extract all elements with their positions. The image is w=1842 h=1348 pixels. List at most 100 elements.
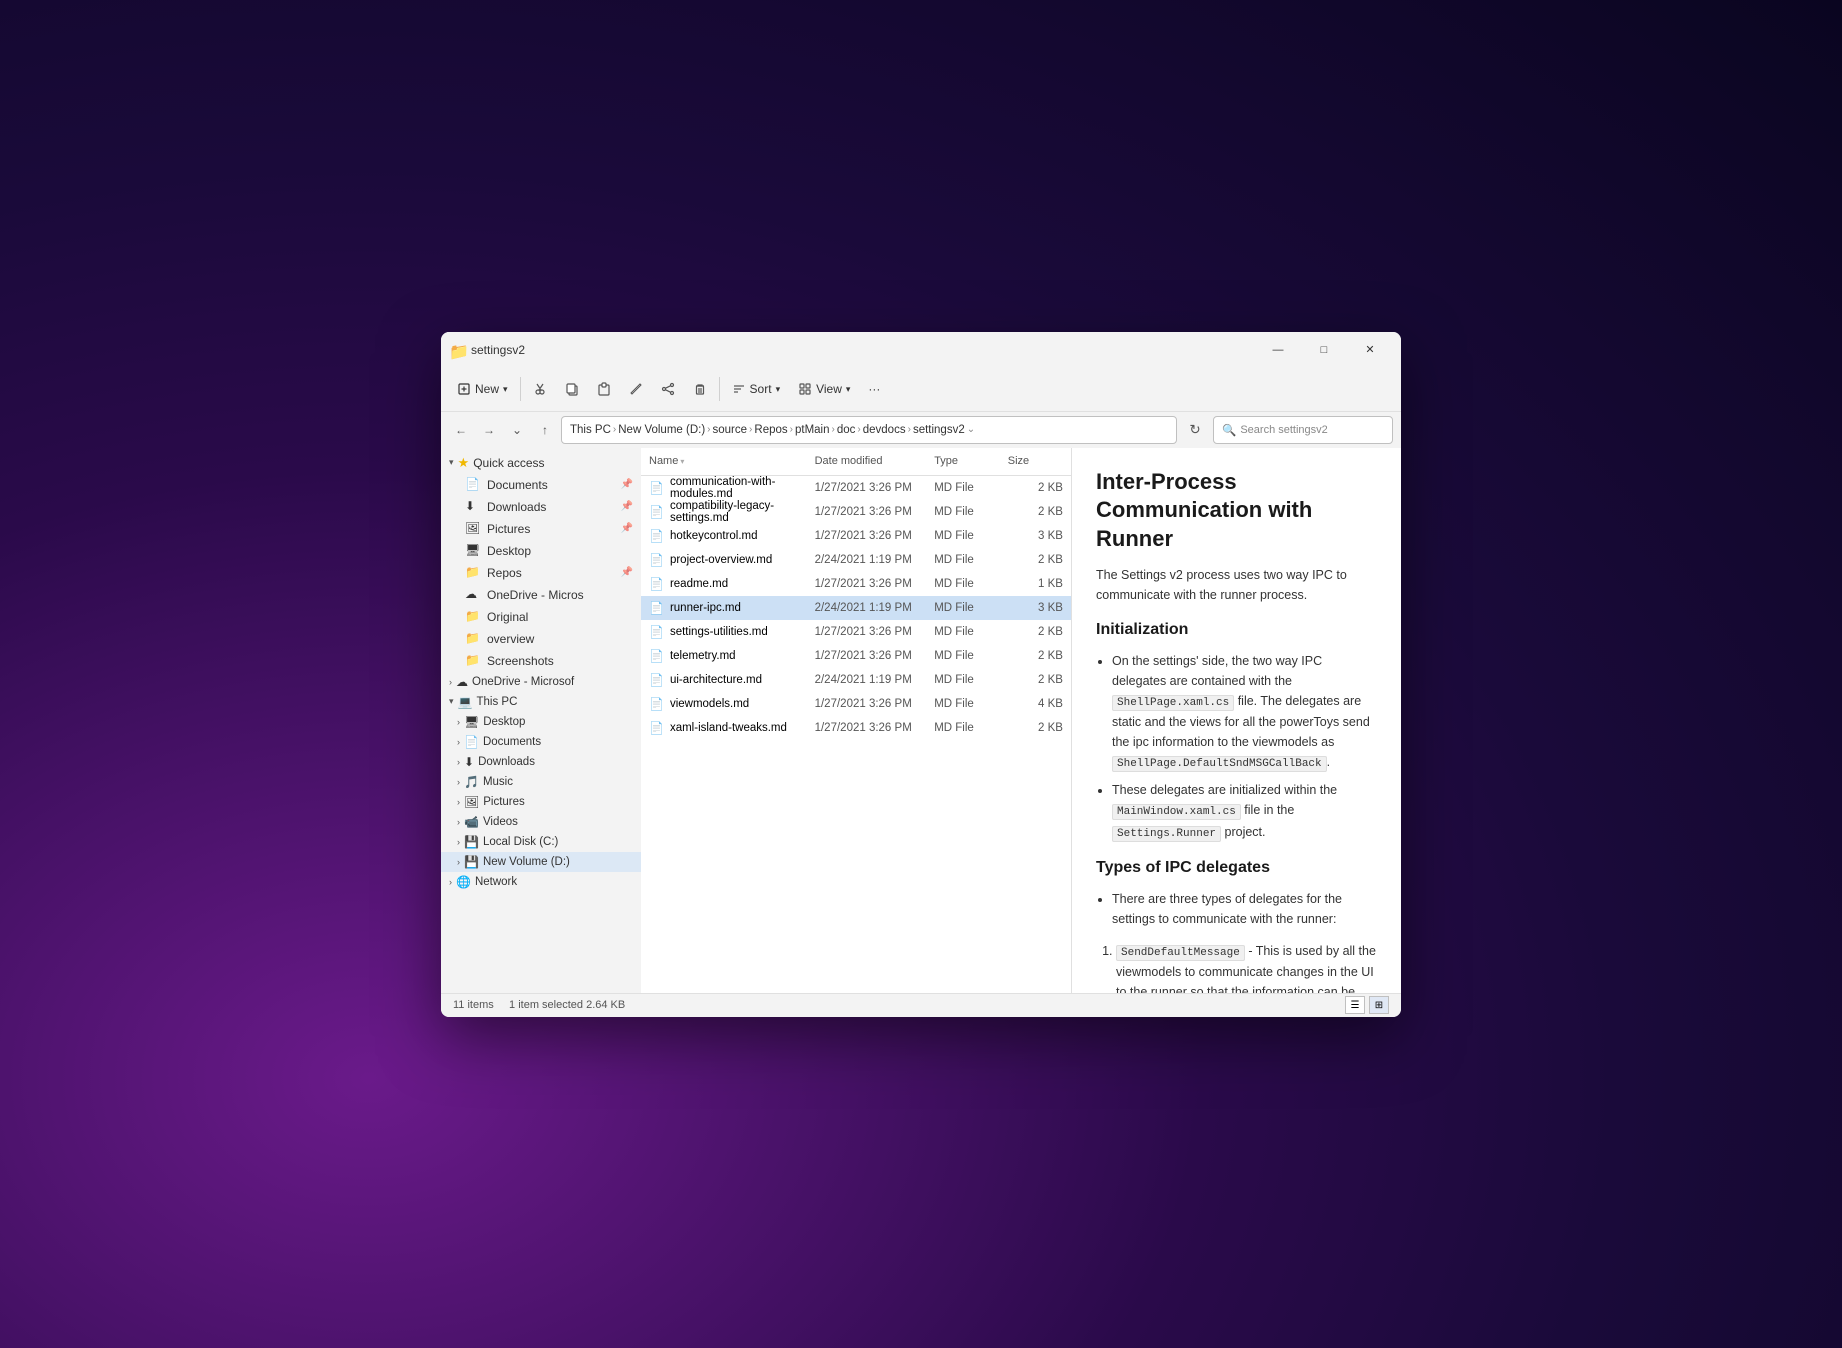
view-button[interactable]: View ▾ bbox=[790, 373, 858, 405]
list-view-button[interactable]: ☰ bbox=[1345, 996, 1365, 1014]
sidebar-item-overview[interactable]: 📁 overview bbox=[441, 628, 641, 650]
col-header-type[interactable]: Type bbox=[934, 455, 1008, 467]
table-row[interactable]: 📄 compatibility-legacy-settings.md 1/27/… bbox=[641, 500, 1071, 524]
file-icon: 📄 bbox=[649, 673, 664, 687]
new-button[interactable]: New ▾ bbox=[449, 373, 516, 405]
delete-button[interactable] bbox=[685, 373, 715, 405]
sidebar-item-desktop[interactable]: 🖥 Desktop bbox=[441, 540, 641, 562]
code-callback: ShellPage.DefaultSndMSGCallBack bbox=[1112, 756, 1327, 772]
window-controls: — □ ✕ bbox=[1255, 332, 1393, 368]
file-name-cell: 📄 telemetry.md bbox=[649, 649, 815, 663]
up-button[interactable]: ↑ bbox=[533, 418, 557, 442]
file-type-cell: MD File bbox=[934, 602, 1008, 614]
quick-access-star-icon: ★ bbox=[458, 455, 470, 471]
search-icon: 🔍 bbox=[1222, 423, 1236, 437]
minimize-button[interactable]: — bbox=[1255, 332, 1301, 368]
table-row[interactable]: 📄 xaml-island-tweaks.md 1/27/2021 3:26 P… bbox=[641, 716, 1071, 740]
file-type-cell: MD File bbox=[934, 530, 1008, 542]
breadcrumb-doc[interactable]: doc bbox=[837, 424, 856, 436]
sidebar-item-documents[interactable]: 📄 Documents 📌 bbox=[441, 474, 641, 496]
col-header-size[interactable]: Size bbox=[1008, 455, 1063, 467]
quick-access-header[interactable]: ▾ ★ Quick access bbox=[441, 452, 641, 474]
onedrive-cloud-icon: ☁ bbox=[456, 675, 468, 689]
sidebar-item-downloads-pc[interactable]: › ⬇ Downloads bbox=[441, 752, 641, 772]
rename-button[interactable] bbox=[621, 373, 651, 405]
file-type-cell: MD File bbox=[934, 578, 1008, 590]
file-date-cell: 1/27/2021 3:26 PM bbox=[815, 650, 935, 662]
file-icon: 📄 bbox=[649, 529, 664, 543]
table-row[interactable]: 📄 viewmodels.md 1/27/2021 3:26 PM MD Fil… bbox=[641, 692, 1071, 716]
table-row[interactable]: 📄 hotkeycontrol.md 1/27/2021 3:26 PM MD … bbox=[641, 524, 1071, 548]
breadcrumb-this-pc[interactable]: This PC bbox=[570, 424, 611, 436]
sort-button[interactable]: Sort ▾ bbox=[724, 373, 789, 405]
forward-button[interactable]: → bbox=[477, 418, 501, 442]
pictures-expand-icon: › bbox=[457, 797, 460, 807]
sidebar-item-documents-pc[interactable]: › 📄 Documents bbox=[441, 732, 641, 752]
table-row[interactable]: 📄 readme.md 1/27/2021 3:26 PM MD File 1 … bbox=[641, 572, 1071, 596]
file-name-cell: 📄 settings-utilities.md bbox=[649, 625, 815, 639]
toolbar-sep-2 bbox=[719, 377, 720, 401]
sidebar-item-music[interactable]: › 🎵 Music bbox=[441, 772, 641, 792]
cut-button[interactable] bbox=[525, 373, 555, 405]
copy-button[interactable] bbox=[557, 373, 587, 405]
breadcrumb-devdocs[interactable]: devdocs bbox=[863, 424, 906, 436]
file-name-cell: 📄 compatibility-legacy-settings.md bbox=[649, 500, 815, 524]
sidebar-item-original[interactable]: 📁 Original bbox=[441, 606, 641, 628]
recent-button[interactable]: ⌄ bbox=[505, 418, 529, 442]
sidebar-item-pictures-pc[interactable]: › 🖼 Pictures bbox=[441, 792, 641, 812]
sidebar-item-desktop-pc[interactable]: › 🖥 Desktop bbox=[441, 712, 641, 732]
sidebar-item-network[interactable]: › 🌐 Network bbox=[441, 872, 641, 892]
file-size-cell: 2 KB bbox=[1008, 650, 1063, 662]
preview-pane: Inter-Process Communication with Runner … bbox=[1071, 448, 1401, 993]
file-size-cell: 2 KB bbox=[1008, 722, 1063, 734]
maximize-button[interactable]: □ bbox=[1301, 332, 1347, 368]
breadcrumb-drive[interactable]: New Volume (D:) bbox=[618, 424, 705, 436]
table-row[interactable]: 📄 runner-ipc.md 2/24/2021 1:19 PM MD Fil… bbox=[641, 596, 1071, 620]
sidebar-item-pictures[interactable]: 🖼 Pictures 📌 bbox=[441, 518, 641, 540]
refresh-button[interactable]: ↻ bbox=[1181, 416, 1209, 444]
share-button[interactable] bbox=[653, 373, 683, 405]
table-row[interactable]: 📄 communication-with-modules.md 1/27/202… bbox=[641, 476, 1071, 500]
details-view-button[interactable]: ⊞ bbox=[1369, 996, 1389, 1014]
sidebar-item-onedrive-main[interactable]: › ☁ OneDrive - Microsof bbox=[441, 672, 641, 692]
sidebar-item-screenshots[interactable]: 📁 Screenshots bbox=[441, 650, 641, 672]
file-icon: 📄 bbox=[649, 601, 664, 615]
breadcrumb-ptmain[interactable]: ptMain bbox=[795, 424, 830, 436]
breadcrumb-repos[interactable]: Repos bbox=[754, 424, 787, 436]
videos-expand-icon: › bbox=[457, 817, 460, 827]
onedrive-expand-icon: › bbox=[449, 677, 452, 687]
cut-icon bbox=[533, 382, 547, 396]
sidebar-item-videos[interactable]: › 📹 Videos bbox=[441, 812, 641, 832]
copy-icon bbox=[565, 382, 579, 396]
breadcrumb-source[interactable]: source bbox=[713, 424, 748, 436]
back-button[interactable]: ← bbox=[449, 418, 473, 442]
sidebar-item-onedrive[interactable]: ☁ OneDrive - Micros bbox=[441, 584, 641, 606]
sidebar-item-repos[interactable]: 📁 Repos 📌 bbox=[441, 562, 641, 584]
col-header-name[interactable]: Name ▾ bbox=[649, 455, 815, 467]
breadcrumb[interactable]: This PC › New Volume (D:) › source › Rep… bbox=[561, 416, 1177, 444]
more-options-button[interactable]: ··· bbox=[860, 373, 888, 405]
sidebar-item-downloads[interactable]: ⬇ Downloads 📌 bbox=[441, 496, 641, 518]
code-shellpage: ShellPage.xaml.cs bbox=[1112, 695, 1234, 711]
search-box[interactable]: 🔍 Search settingsv2 bbox=[1213, 416, 1393, 444]
sidebar-item-local-disk[interactable]: › 💾 Local Disk (C:) bbox=[441, 832, 641, 852]
pin-icon: 📌 bbox=[621, 567, 633, 578]
table-row[interactable]: 📄 settings-utilities.md 1/27/2021 3:26 P… bbox=[641, 620, 1071, 644]
table-row[interactable]: 📄 telemetry.md 1/27/2021 3:26 PM MD File… bbox=[641, 644, 1071, 668]
table-row[interactable]: 📄 project-overview.md 2/24/2021 1:19 PM … bbox=[641, 548, 1071, 572]
sidebar-item-label: Documents bbox=[487, 478, 615, 492]
file-size-cell: 2 KB bbox=[1008, 506, 1063, 518]
close-button[interactable]: ✕ bbox=[1347, 332, 1393, 368]
file-size-cell: 2 KB bbox=[1008, 674, 1063, 686]
file-type-cell: MD File bbox=[934, 674, 1008, 686]
code-send-default: SendDefaultMessage bbox=[1116, 945, 1245, 961]
sidebar-item-this-pc[interactable]: ▾ 💻 This PC bbox=[441, 692, 641, 712]
sidebar-item-new-volume[interactable]: › 💾 New Volume (D:) bbox=[441, 852, 641, 872]
table-row[interactable]: 📄 ui-architecture.md 2/24/2021 1:19 PM M… bbox=[641, 668, 1071, 692]
file-date-cell: 1/27/2021 3:26 PM bbox=[815, 698, 935, 710]
col-header-date[interactable]: Date modified bbox=[815, 455, 935, 467]
paste-button[interactable] bbox=[589, 373, 619, 405]
file-date-cell: 1/27/2021 3:26 PM bbox=[815, 722, 935, 734]
breadcrumb-settingsv2[interactable]: settingsv2 bbox=[913, 424, 965, 436]
file-name-cell: 📄 viewmodels.md bbox=[649, 697, 815, 711]
